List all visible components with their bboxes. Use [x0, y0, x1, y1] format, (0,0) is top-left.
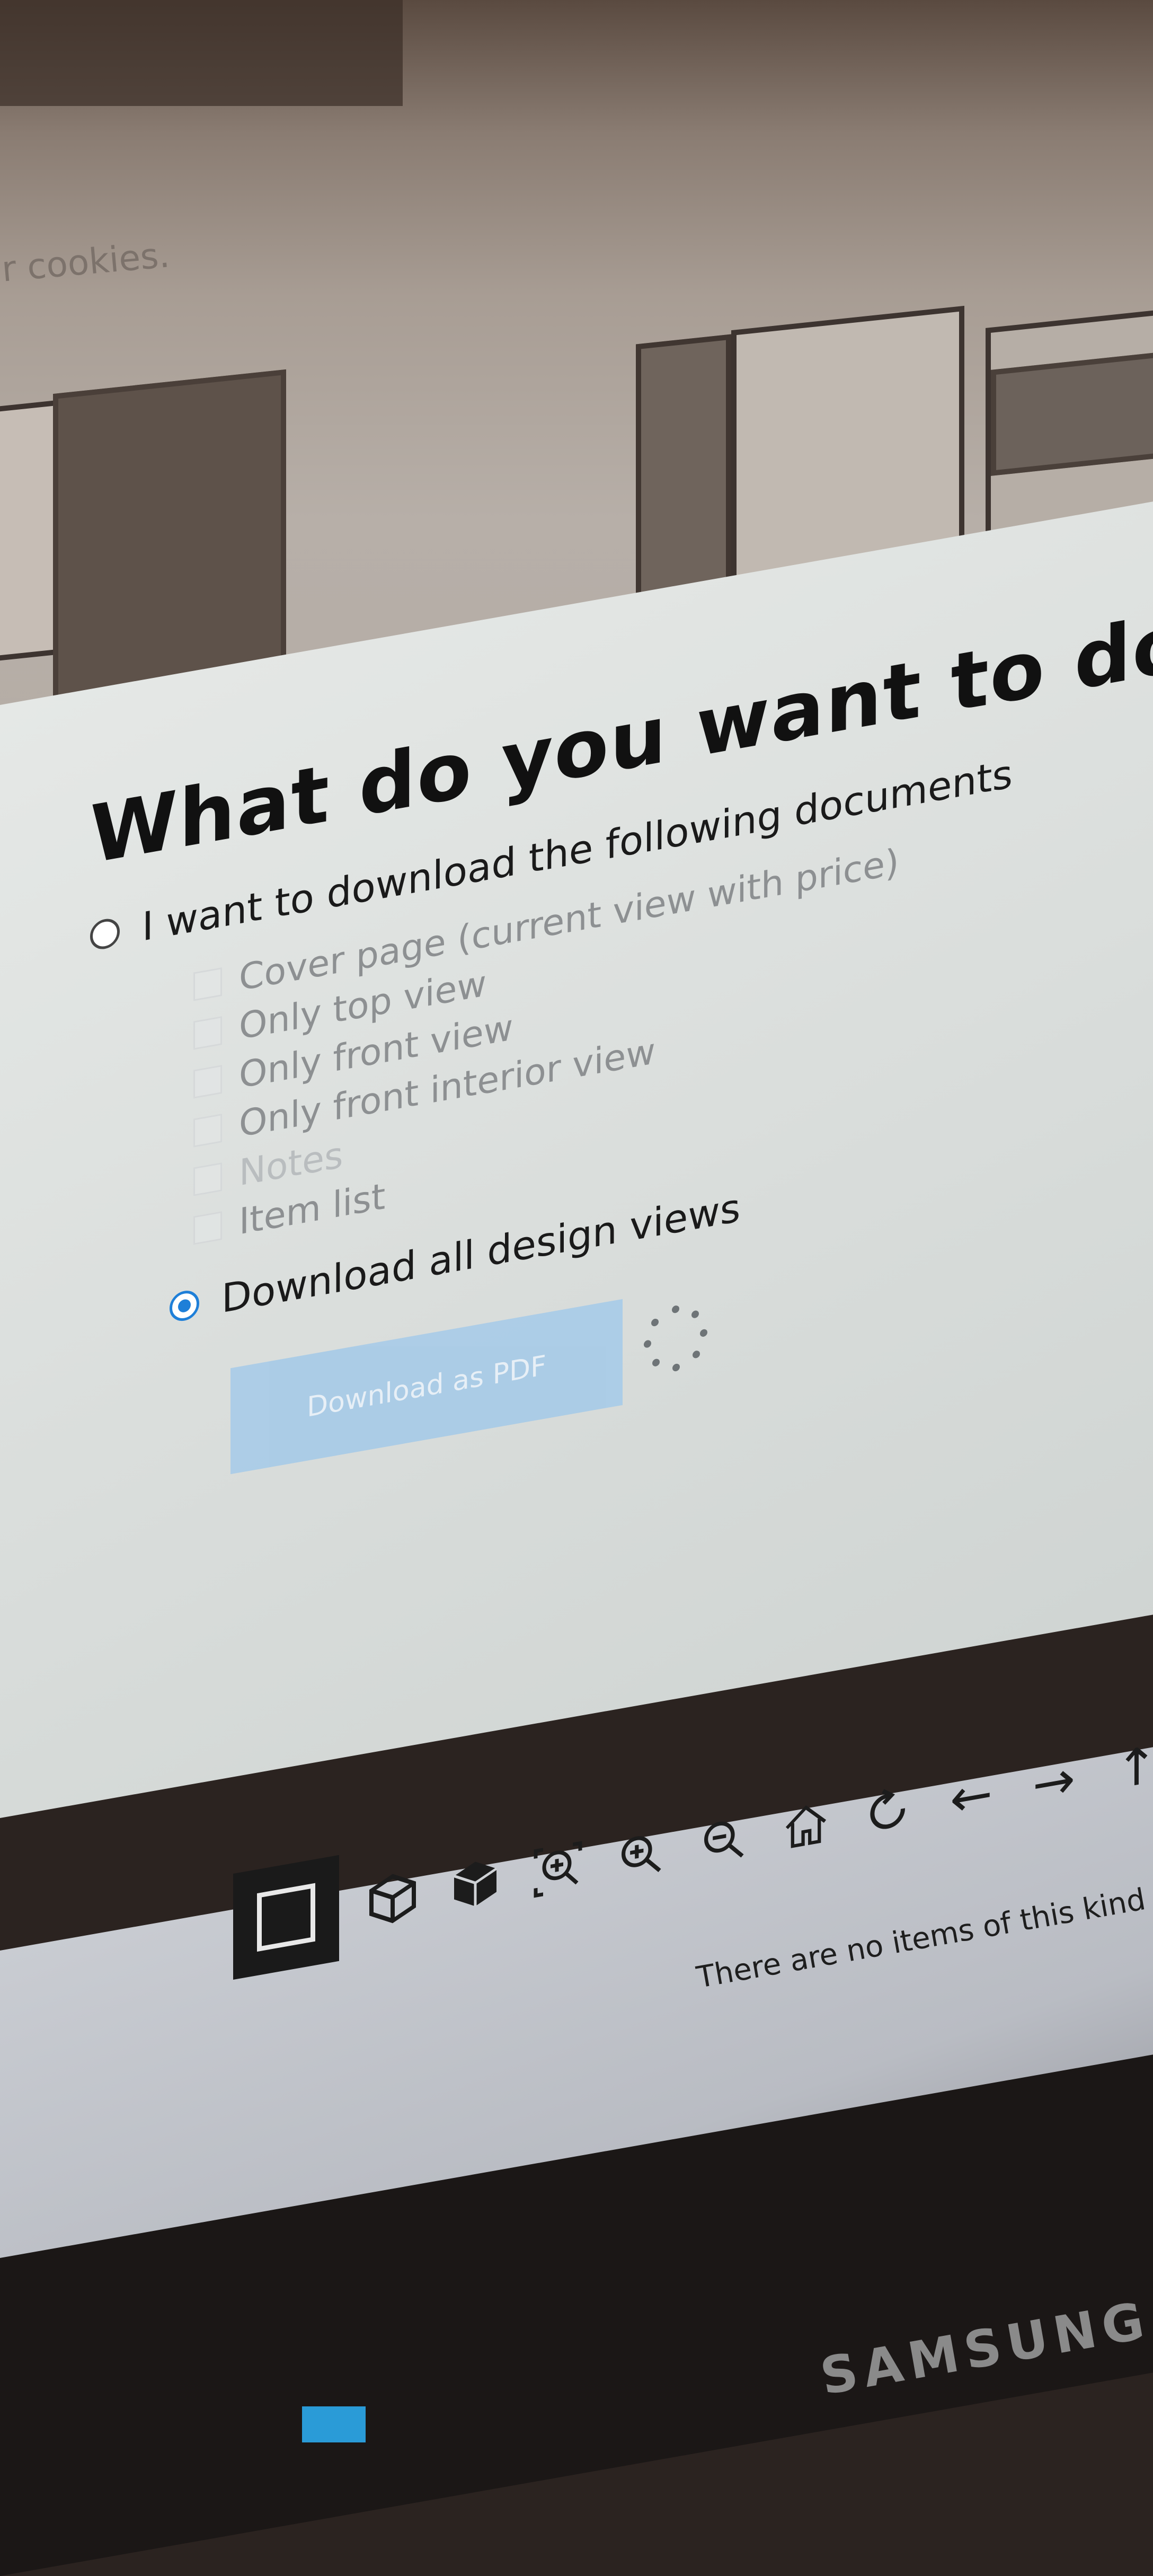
checkbox-cover-page[interactable]: [193, 967, 222, 1001]
cabinet-render: [53, 369, 286, 702]
3d-wireframe-icon[interactable]: [363, 1864, 422, 1933]
arrow-left-icon[interactable]: ←: [942, 1762, 1000, 1831]
cabinet-render: [991, 351, 1153, 476]
zoom-fit-icon[interactable]: [529, 1835, 587, 1903]
zoom-in-icon[interactable]: [611, 1821, 670, 1889]
background-header-strip: [0, 0, 403, 106]
download-dialog: What do you want to dowr I want to downl…: [0, 480, 1153, 1819]
checkbox-notes[interactable]: [193, 1162, 222, 1196]
home-icon[interactable]: [777, 1792, 835, 1860]
radio-documents[interactable]: [90, 916, 120, 952]
arrow-right-icon[interactable]: →: [1025, 1748, 1083, 1816]
checkbox-item-list[interactable]: [193, 1211, 222, 1245]
checkbox-front-view[interactable]: [193, 1065, 222, 1099]
radio-all-views[interactable]: [170, 1288, 199, 1324]
2d-view-icon[interactable]: [233, 1855, 339, 1980]
checkbox-top-view[interactable]: [193, 1016, 222, 1050]
taskbar-app-icon[interactable]: [302, 2406, 366, 2442]
download-pdf-button[interactable]: Download as PDF: [230, 1299, 623, 1475]
loading-spinner-icon: [644, 1300, 707, 1386]
arrow-up-icon[interactable]: ↑: [1107, 1733, 1153, 1802]
cookies-text: r cookies.: [0, 234, 172, 290]
3d-solid-icon[interactable]: [446, 1850, 504, 1918]
rotate-icon[interactable]: [859, 1777, 918, 1845]
zoom-out-icon[interactable]: [694, 1806, 752, 1874]
checkbox-front-interior-view[interactable]: [193, 1114, 222, 1148]
